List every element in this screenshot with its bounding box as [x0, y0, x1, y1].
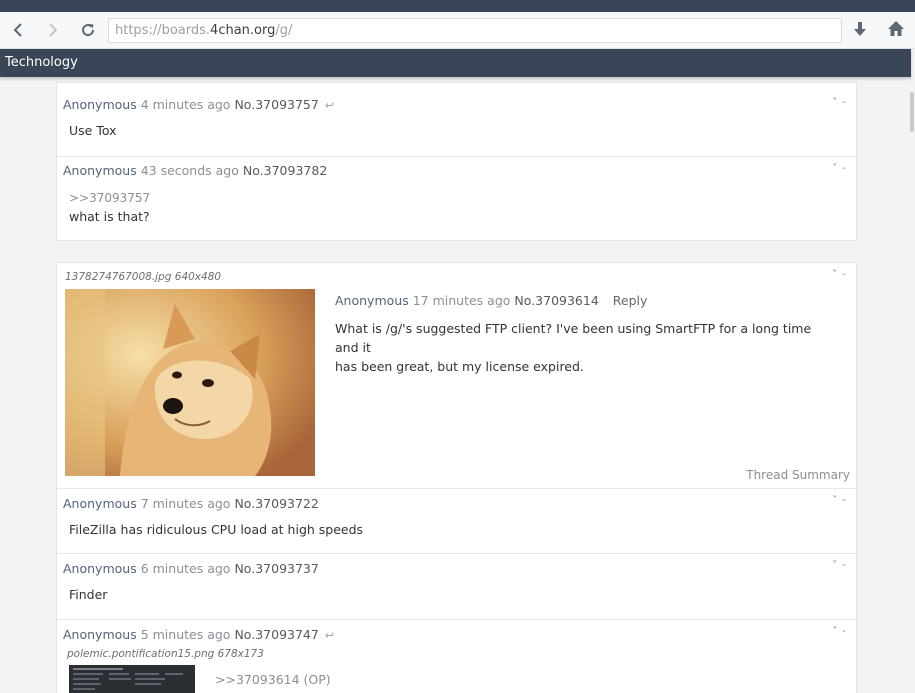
post-time: 17 minutes ago [412, 293, 511, 308]
poster-name[interactable]: Anonymous [63, 561, 137, 576]
post-time: 5 minutes ago [140, 627, 231, 642]
post-meta: Anonymous 6 minutes ago No.37093737 [63, 561, 319, 576]
op-image[interactable] [65, 289, 315, 476]
post-time: 43 seconds ago [140, 163, 239, 178]
post: Anonymous 43 seconds ago No.37093782 ˅ - >… [57, 157, 856, 241]
scrollbar-thumb[interactable] [910, 92, 914, 132]
post-menu-icon[interactable]: ˅ - [832, 626, 847, 637]
post-menu-icon[interactable]: ˅ - [832, 269, 847, 280]
post-body: what is that? [69, 209, 150, 224]
download-arrow-icon[interactable] [853, 21, 867, 41]
post-number[interactable]: No.37093757 [234, 97, 318, 112]
op-post: 1378274767008.jpg 640x480 Anonymous 17 m… [57, 263, 856, 489]
post-meta: Anonymous 5 minutes ago No.37093747 ↩ [63, 627, 334, 642]
poster-name[interactable]: Anonymous [63, 163, 137, 178]
post-meta: Anonymous 4 minutes ago No.37093757 ↩ [63, 97, 334, 112]
forward-arrow-icon[interactable] [43, 20, 63, 40]
reply-arrow-icon[interactable]: ↩ [325, 629, 334, 642]
post-meta: Anonymous 7 minutes ago No.37093722 [63, 496, 319, 511]
post-time: 7 minutes ago [140, 496, 231, 511]
post: Anonymous 4 minutes ago No.37093757 ↩ ˅ - U… [57, 91, 856, 157]
url-bar[interactable]: https://boards.4chan.org/g/ [108, 18, 842, 43]
post-menu-icon[interactable]: ˅ - [832, 163, 847, 174]
back-arrow-icon[interactable] [8, 20, 28, 40]
op-body: What is /g/'s suggested FTP client? I've… [335, 319, 835, 376]
post-time: 4 minutes ago [140, 97, 231, 112]
post-number[interactable]: No.37093747 [234, 627, 318, 642]
post-menu-icon[interactable]: ˅ - [832, 560, 847, 571]
reply-file-info[interactable]: polemic.pontification15.png 678x173 [67, 648, 264, 660]
poster-name[interactable]: Anonymous [63, 627, 137, 642]
home-icon[interactable] [887, 20, 905, 42]
reply-arrow-icon[interactable]: ↩ [325, 99, 334, 112]
board-title: Technology [5, 55, 78, 70]
post-body: Use Tox [69, 123, 117, 138]
op-body-line: What is /g/'s suggested FTP client? I've… [335, 321, 812, 355]
post-number[interactable]: No.37093722 [234, 496, 318, 511]
post-menu-icon[interactable]: ˅ - [832, 97, 847, 108]
thread-summary-link[interactable]: Thread Summary [746, 468, 850, 482]
post-number[interactable]: No.37093737 [234, 561, 318, 576]
reply-post: Anonymous 7 minutes ago No.37093722 ˅ - Fi… [57, 489, 856, 554]
poster-name[interactable]: Anonymous [63, 97, 137, 112]
thread-card-previous: Anonymous 4 minutes ago No.37093757 ↩ ˅ - U… [56, 82, 857, 241]
reload-icon[interactable] [78, 20, 98, 40]
url-path: /g/ [275, 23, 293, 38]
post-number[interactable]: No.37093614 [514, 293, 598, 308]
poster-name[interactable]: Anonymous [63, 496, 137, 511]
window-top-strip [0, 0, 915, 12]
op-meta: Anonymous 17 minutes ago No.37093614 Reply [335, 293, 647, 308]
post-body: Finder [69, 587, 108, 602]
reply-image-thumbnail[interactable] [69, 665, 195, 693]
post-meta: Anonymous 43 seconds ago No.37093782 [63, 163, 327, 178]
poster-name[interactable]: Anonymous [335, 293, 409, 308]
op-file-info[interactable]: 1378274767008.jpg 640x480 [65, 271, 221, 283]
reply-link[interactable]: Reply [613, 293, 648, 308]
reply-post: Anonymous 5 minutes ago No.37093747 ↩ ˅ - p… [57, 620, 856, 693]
post-menu-icon[interactable]: ˅ - [832, 495, 847, 506]
post-time: 6 minutes ago [140, 561, 231, 576]
browser-toolbar: https://boards.4chan.org/g/ [0, 12, 915, 49]
post-body: FileZilla has ridiculous CPU load at hig… [69, 522, 364, 537]
quote-link[interactable]: >>37093614 (OP) [215, 672, 331, 687]
board-title-bar: Technology [0, 49, 911, 77]
reply-post: Anonymous 6 minutes ago No.37093737 ˅ - Fi… [57, 554, 856, 620]
quote-link[interactable]: >>37093757 [69, 191, 150, 205]
url-host: 4chan.org [210, 23, 276, 38]
thread-card: 1378274767008.jpg 640x480 Anonymous 17 m… [56, 262, 857, 693]
op-body-line: has been great, but my license expired. [335, 359, 584, 374]
post-number[interactable]: No.37093782 [243, 163, 327, 178]
scrollbar-track[interactable] [908, 77, 915, 693]
url-scheme: https://boards. [115, 23, 211, 38]
